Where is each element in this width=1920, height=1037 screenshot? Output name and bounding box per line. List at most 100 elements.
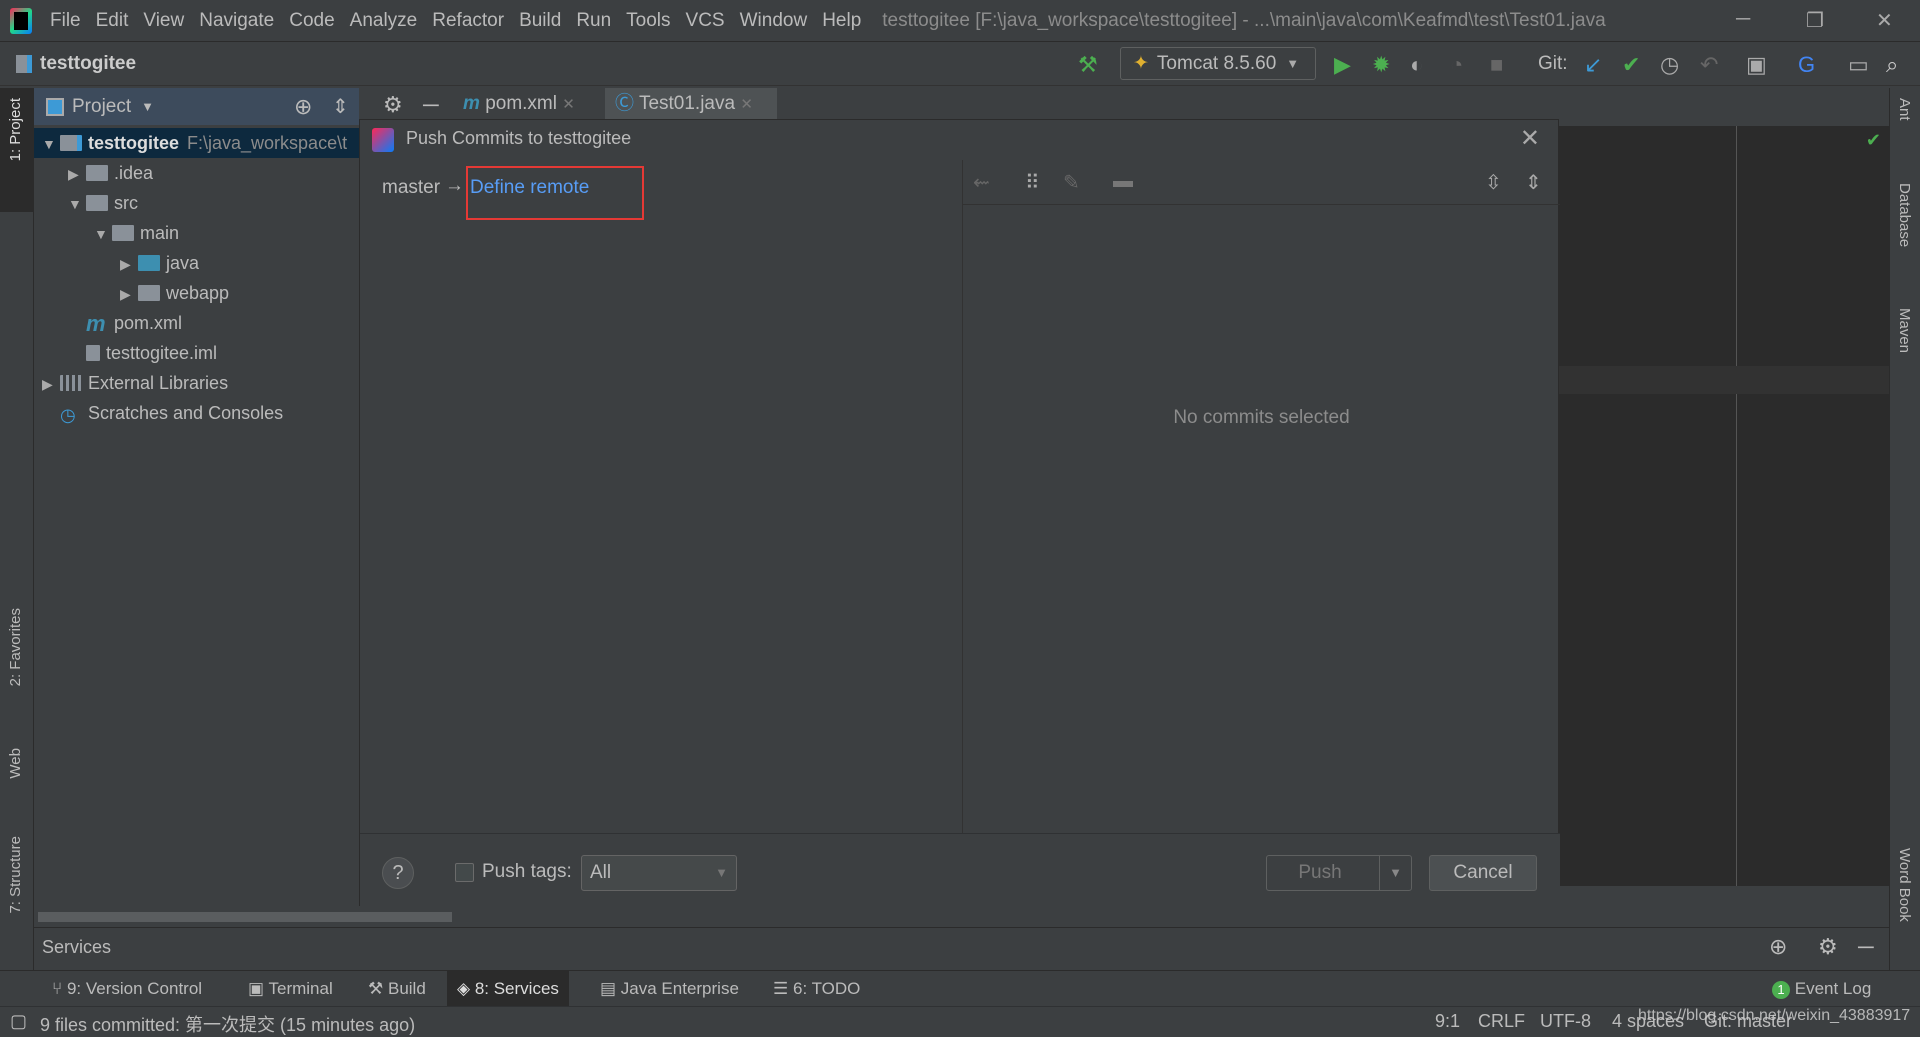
tool-tab-todo[interactable]: ☰ 6: TODO bbox=[773, 979, 860, 999]
settings-gear-icon[interactable]: ⚙ bbox=[383, 92, 403, 118]
menu-file[interactable]: File bbox=[50, 10, 81, 32]
menu-build[interactable]: Build bbox=[519, 10, 561, 32]
tree-item[interactable]: testtogitee.iml bbox=[34, 338, 359, 368]
tree-item[interactable]: ▶ webapp bbox=[34, 278, 359, 308]
tags-select[interactable]: All ▼ bbox=[581, 855, 737, 891]
tool-tab-build[interactable]: ⚒ Build bbox=[368, 979, 426, 999]
profile-icon[interactable]: ◔ bbox=[1450, 52, 1463, 78]
tree-item[interactable]: ▼ testtogitee F:\java_workspace\t bbox=[34, 128, 359, 158]
cherry-pick-icon[interactable]: ⇜ bbox=[973, 170, 990, 195]
status-toggle-icon[interactable]: ▢ bbox=[10, 1011, 27, 1032]
push-options-dropdown[interactable]: ▼ bbox=[1379, 856, 1411, 890]
stop-icon[interactable]: ■ bbox=[1490, 52, 1503, 78]
close-tab-icon[interactable]: ✕ bbox=[562, 96, 575, 113]
menu-window[interactable]: Window bbox=[740, 10, 808, 32]
chevron-down-icon[interactable]: ▼ bbox=[141, 99, 154, 114]
tool-tab-project[interactable]: 1: Project bbox=[7, 98, 24, 161]
expand-arrow-right-icon[interactable]: ▶ bbox=[120, 249, 138, 279]
menu-navigate[interactable]: Navigate bbox=[199, 10, 274, 32]
group-by-icon[interactable]: ⠿ bbox=[1025, 170, 1040, 195]
menu-edit[interactable]: Edit bbox=[96, 10, 129, 32]
search-icon[interactable]: ⌕ bbox=[1886, 52, 1898, 78]
expand-arrow-down-icon[interactable]: ▼ bbox=[68, 189, 86, 219]
line-separator[interactable]: CRLF bbox=[1478, 1011, 1525, 1032]
tool-tab-database[interactable]: Database bbox=[1896, 183, 1913, 247]
history-icon[interactable]: ◷ bbox=[1660, 52, 1679, 78]
cancel-button[interactable]: Cancel bbox=[1429, 855, 1537, 891]
push-tags-checkbox[interactable] bbox=[455, 863, 474, 882]
expand-arrow-right-icon[interactable]: ▶ bbox=[68, 159, 86, 189]
tree-item[interactable]: ▶ External Libraries bbox=[34, 368, 359, 398]
file-encoding[interactable]: UTF-8 bbox=[1540, 1011, 1591, 1032]
tool-tab-services[interactable]: ◈ 8: Services bbox=[447, 971, 569, 1007]
project-breadcrumb[interactable]: testtogitee bbox=[40, 53, 136, 75]
terminal-icon[interactable]: ▭ bbox=[1848, 52, 1869, 78]
project-structure-icon[interactable]: ▣ bbox=[1746, 52, 1767, 78]
hide-panel-icon[interactable]: ─ bbox=[1858, 934, 1874, 960]
menu-help[interactable]: Help bbox=[822, 10, 861, 32]
tool-tab-ant[interactable]: Ant bbox=[1896, 98, 1913, 121]
collapse-all-icon[interactable]: ⇕ bbox=[332, 94, 349, 119]
collapse-all-icon[interactable]: ⇕ bbox=[1525, 170, 1542, 195]
menu-analyze[interactable]: Analyze bbox=[350, 10, 418, 32]
tab-pom-xml[interactable]: m pom.xml ✕ bbox=[453, 88, 603, 119]
tree-item[interactable]: ▶ java bbox=[34, 248, 359, 278]
preview-icon[interactable]: ▬ bbox=[1113, 170, 1133, 193]
define-remote-link[interactable]: Define remote bbox=[470, 177, 589, 199]
coverage-icon[interactable]: ◐ bbox=[1410, 52, 1423, 78]
tree-item[interactable]: m pom.xml bbox=[34, 308, 359, 338]
horizontal-scrollbar[interactable] bbox=[38, 912, 452, 922]
edit-icon[interactable]: ✎ bbox=[1063, 170, 1080, 195]
caret-position[interactable]: 9:1 bbox=[1435, 1011, 1460, 1032]
tree-item[interactable]: ▶ .idea bbox=[34, 158, 359, 188]
status-message[interactable]: 9 files committed: 第一次提交 (15 minutes ago… bbox=[40, 1011, 415, 1037]
run-icon[interactable]: ▶ bbox=[1334, 52, 1351, 78]
scratches-icon: ◷ bbox=[60, 405, 76, 425]
menu-code[interactable]: Code bbox=[289, 10, 334, 32]
debug-icon[interactable]: ✹ bbox=[1372, 52, 1390, 78]
help-button[interactable]: ? bbox=[382, 857, 414, 889]
minimize-icon[interactable]: ─ bbox=[1736, 8, 1750, 31]
tool-tab-version-control[interactable]: ⑂ 9: Version Control bbox=[52, 979, 202, 999]
build-hammer-icon[interactable]: ⚒ bbox=[1078, 52, 1098, 78]
tool-tab-word-book[interactable]: Word Book bbox=[1896, 848, 1913, 922]
tab-test01-java[interactable]: Ⓒ Test01.java ✕ bbox=[605, 88, 777, 119]
rollback-icon[interactable]: ↶ bbox=[1700, 52, 1718, 78]
tree-item[interactable]: ▼ main bbox=[34, 218, 359, 248]
project-view-select[interactable]: Project bbox=[72, 96, 131, 118]
restore-icon[interactable]: ❐ bbox=[1806, 8, 1824, 33]
close-dialog-icon[interactable]: ✕ bbox=[1520, 124, 1540, 153]
expand-all-icon[interactable]: ⇳ bbox=[1485, 170, 1502, 195]
git-update-icon[interactable]: ↙ bbox=[1584, 52, 1602, 78]
tree-item[interactable]: ◷ Scratches and Consoles bbox=[34, 398, 359, 428]
git-commit-icon[interactable]: ✔ bbox=[1622, 52, 1640, 78]
event-log-button[interactable]: 1 Event Log bbox=[1772, 979, 1871, 999]
close-window-icon[interactable]: ✕ bbox=[1876, 8, 1893, 33]
expand-arrow-right-icon[interactable]: ▶ bbox=[42, 369, 60, 399]
tool-tab-java-enterprise[interactable]: ▤ Java Enterprise bbox=[600, 979, 739, 999]
tool-tab-maven[interactable]: Maven bbox=[1896, 308, 1913, 353]
translate-icon[interactable]: G bbox=[1798, 52, 1815, 78]
menu-vcs[interactable]: VCS bbox=[686, 10, 725, 32]
menu-view[interactable]: View bbox=[143, 10, 184, 32]
hide-panel-icon[interactable]: ─ bbox=[423, 92, 439, 118]
run-configuration-select[interactable]: ✦ Tomcat 8.5.60 ▼ bbox=[1120, 47, 1316, 80]
expand-arrow-right-icon[interactable]: ▶ bbox=[120, 279, 138, 309]
bottom-tool-tabs: ⑂ 9: Version Control ▣ Terminal ⚒ Build … bbox=[0, 970, 1920, 1007]
close-tab-icon[interactable]: ✕ bbox=[740, 96, 753, 113]
settings-gear-icon[interactable]: ⚙ bbox=[1818, 934, 1838, 960]
locate-icon[interactable]: ⊕ bbox=[1769, 934, 1787, 960]
tool-tab-favorites[interactable]: 2: Favorites bbox=[7, 608, 24, 686]
editor-area[interactable]: ✔ bbox=[1559, 126, 1889, 886]
tool-tab-web[interactable]: Web bbox=[7, 748, 24, 779]
locate-icon[interactable]: ⊕ bbox=[294, 94, 312, 120]
tool-tab-terminal[interactable]: ▣ Terminal bbox=[248, 979, 333, 999]
expand-arrow-down-icon[interactable]: ▼ bbox=[42, 129, 60, 159]
menu-refactor[interactable]: Refactor bbox=[432, 10, 504, 32]
expand-arrow-down-icon[interactable]: ▼ bbox=[94, 219, 112, 249]
menu-tools[interactable]: Tools bbox=[626, 10, 670, 32]
tool-tab-structure[interactable]: 7: Structure bbox=[7, 836, 24, 914]
menu-run[interactable]: Run bbox=[576, 10, 611, 32]
tree-item[interactable]: ▼ src bbox=[34, 188, 359, 218]
push-button[interactable]: Push ▼ bbox=[1266, 855, 1412, 891]
